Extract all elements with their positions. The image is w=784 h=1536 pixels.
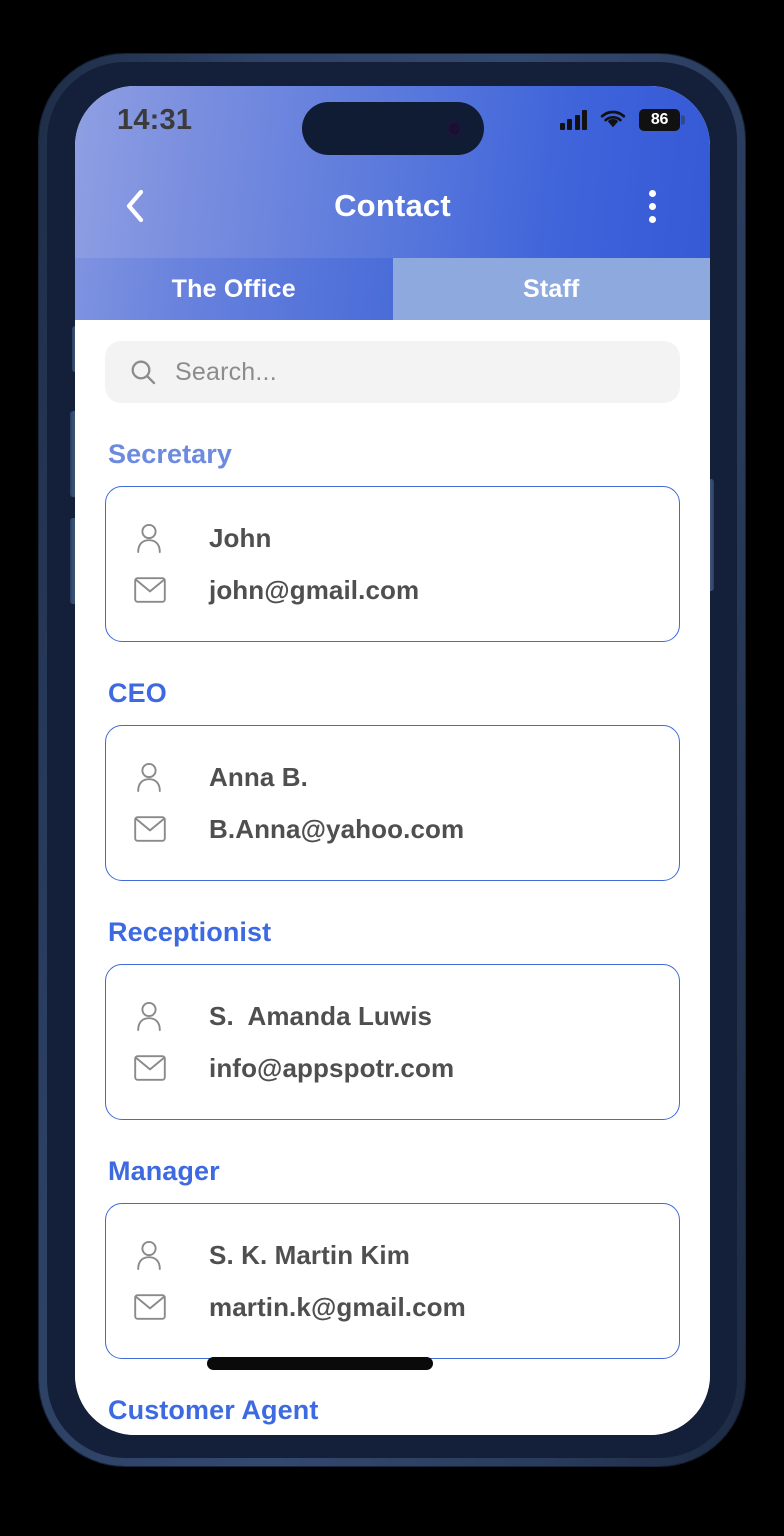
envelope-icon <box>134 577 180 603</box>
contact-section: CEO Anna B. B.Anna@yahoo.com <box>105 678 680 881</box>
contact-name: John <box>209 522 272 553</box>
contact-email: martin.k@gmail.com <box>209 1291 466 1322</box>
section-title: Receptionist <box>108 917 272 947</box>
contact-name-row: Anna B. <box>106 752 679 802</box>
contact-name-row: S. Amanda Luwis <box>106 991 679 1041</box>
contact-list-scroll-area[interactable]: Search... Secretary John john@gmail.com … <box>75 320 710 1435</box>
home-indicator[interactable] <box>207 1357 433 1370</box>
contact-name-row: John <box>106 513 679 563</box>
phone-screen: 14:31 86 Contact The Office Staff Search… <box>75 86 710 1435</box>
contact-name: Anna B. <box>209 761 308 792</box>
tab-staff[interactable]: Staff <box>392 258 710 320</box>
search-icon <box>131 360 156 385</box>
contact-card[interactable]: S. Amanda Luwis info@appspotr.com <box>105 964 680 1120</box>
envelope-icon <box>134 1055 180 1081</box>
dynamic-island <box>301 102 484 155</box>
envelope-icon <box>134 816 180 842</box>
section-title: CEO <box>108 678 167 708</box>
person-icon <box>134 1000 180 1032</box>
contact-section: Customer Agent L. V. Johnson <box>105 1395 680 1435</box>
tab-bar: The Office Staff <box>75 258 710 320</box>
status-indicators: 86 <box>559 109 680 131</box>
battery-icon: 86 <box>639 109 680 131</box>
tab-staff-label: Staff <box>522 274 580 303</box>
contact-email-row: martin.k@gmail.com <box>106 1282 679 1332</box>
contact-name-row: S. K. Martin Kim <box>106 1230 679 1280</box>
contact-section: Receptionist S. Amanda Luwis info@appspo… <box>105 917 680 1120</box>
contact-name: S. K. Martin Kim <box>209 1239 410 1270</box>
wifi-icon <box>600 110 626 128</box>
contact-card[interactable]: S. K. Martin Kim martin.k@gmail.com <box>105 1203 680 1359</box>
section-title: Customer Agent <box>108 1395 319 1425</box>
contact-section: Manager S. K. Martin Kim martin.k@gmail.… <box>105 1156 680 1359</box>
front-camera-icon <box>446 121 462 136</box>
contact-email-row: john@gmail.com <box>106 565 679 615</box>
section-title: Secretary <box>108 439 232 469</box>
tab-the-office-label: The Office <box>171 274 296 303</box>
contact-email: info@appspotr.com <box>209 1052 455 1083</box>
page-title: Contact <box>334 188 451 223</box>
cellular-signal-icon <box>559 110 587 130</box>
battery-level-label: 86 <box>650 111 669 128</box>
contact-email: john@gmail.com <box>209 574 420 605</box>
envelope-icon <box>134 1294 180 1320</box>
navigation-bar: Contact <box>75 154 710 258</box>
section-title: Manager <box>108 1156 220 1186</box>
contact-card[interactable]: John john@gmail.com <box>105 486 680 642</box>
search-input[interactable]: Search... <box>105 341 680 403</box>
tab-the-office[interactable]: The Office <box>75 258 393 320</box>
person-icon <box>134 1239 180 1271</box>
contact-card[interactable]: Anna B. B.Anna@yahoo.com <box>105 725 680 881</box>
status-time: 14:31 <box>117 103 193 136</box>
app-header: 14:31 86 Contact <box>75 86 710 258</box>
search-placeholder: Search... <box>175 357 277 386</box>
contact-section: Secretary John john@gmail.com <box>105 439 680 642</box>
contact-email-row: info@appspotr.com <box>106 1043 679 1093</box>
contact-email-row: B.Anna@yahoo.com <box>106 804 679 854</box>
person-icon <box>134 761 180 793</box>
contact-email: B.Anna@yahoo.com <box>209 813 465 844</box>
contact-name: S. Amanda Luwis <box>209 1000 433 1031</box>
person-icon <box>134 522 180 554</box>
